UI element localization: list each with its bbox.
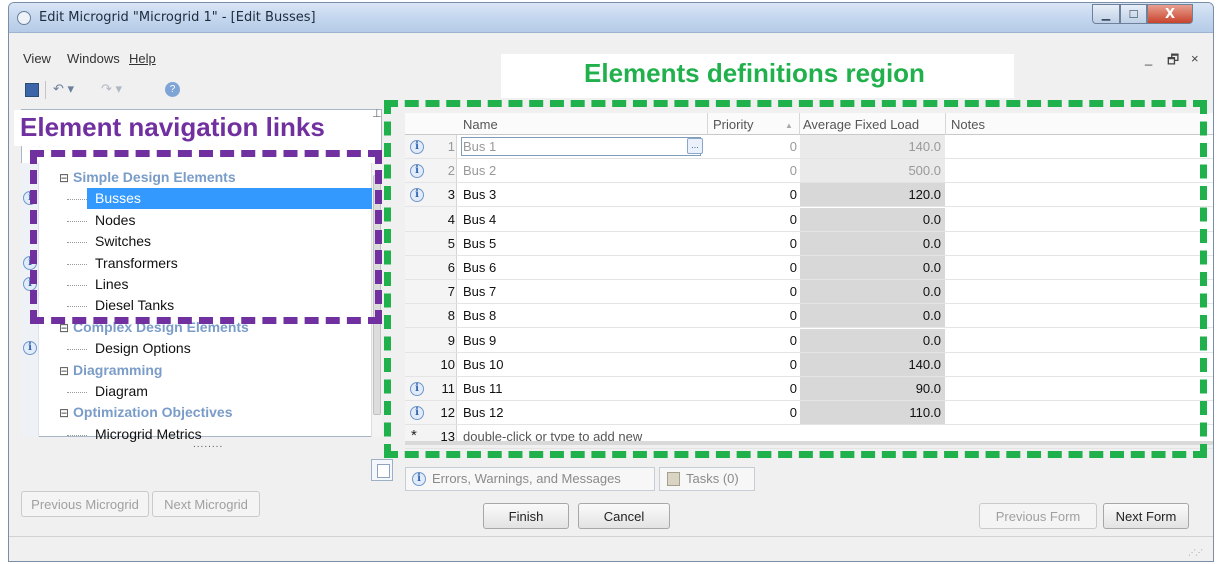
undo-icon[interactable]: ↶ ▾ bbox=[53, 81, 74, 97]
menu-view[interactable]: View bbox=[23, 51, 51, 66]
minimize-button[interactable]: ▁ bbox=[1092, 4, 1120, 24]
previous-form-button[interactable]: Previous Form bbox=[979, 503, 1097, 529]
splitter-handle[interactable]: ........ bbox=[193, 439, 223, 450]
nav-item[interactable]: Microgrid Metrics bbox=[91, 424, 206, 445]
mdi-restore-button[interactable]: 🗗 bbox=[1167, 51, 1179, 73]
messages-panel-icon[interactable] bbox=[371, 459, 393, 481]
mdi-close-button[interactable]: × bbox=[1191, 51, 1199, 66]
toolbar-separator bbox=[45, 81, 46, 99]
collapse-icon[interactable]: ⊟ bbox=[59, 403, 69, 424]
menu-help[interactable]: Help bbox=[129, 51, 156, 66]
finish-button[interactable]: Finish bbox=[483, 503, 569, 529]
info-icon: i bbox=[412, 472, 426, 486]
nav-group[interactable]: Optimization Objectives bbox=[73, 402, 232, 423]
pin-icon[interactable]: ⊥ bbox=[372, 107, 382, 120]
tab-label: Tasks (0) bbox=[686, 471, 739, 486]
info-icon: i bbox=[23, 341, 37, 355]
tab-tasks[interactable]: Tasks (0) bbox=[659, 467, 755, 491]
tree-connector bbox=[67, 349, 87, 350]
menu-windows[interactable]: Windows bbox=[67, 51, 120, 66]
tree-connector bbox=[67, 392, 87, 393]
cancel-button[interactable]: Cancel bbox=[578, 503, 670, 529]
next-form-button[interactable]: Next Form bbox=[1103, 503, 1189, 529]
tree-connector bbox=[67, 435, 87, 436]
tasks-icon bbox=[667, 472, 680, 486]
help-icon[interactable]: ? bbox=[165, 82, 180, 97]
collapse-icon[interactable]: ⊟ bbox=[59, 361, 69, 382]
window-title: Edit Microgrid "Microgrid 1" - [Edit Bus… bbox=[39, 10, 316, 25]
nav-group[interactable]: Diagramming bbox=[73, 360, 162, 381]
mdi-minimize-button[interactable]: _ bbox=[1145, 51, 1152, 66]
nav-item[interactable]: Design Options bbox=[91, 338, 195, 359]
window-icon bbox=[17, 11, 31, 25]
redo-icon[interactable]: ↷ ▾ bbox=[101, 81, 122, 97]
nav-item[interactable]: Diagram bbox=[91, 381, 152, 402]
save-icon[interactable] bbox=[25, 83, 39, 97]
tab-label: Errors, Warnings, and Messages bbox=[432, 471, 621, 486]
next-microgrid-button[interactable]: Next Microgrid bbox=[152, 491, 260, 517]
annotation-element-navigation-links: Element navigation links bbox=[20, 112, 325, 142]
status-bar bbox=[9, 536, 1213, 561]
close-button[interactable]: X bbox=[1147, 4, 1193, 24]
tab-errors-warnings-messages[interactable]: i Errors, Warnings, and Messages bbox=[405, 467, 655, 491]
resize-grip-icon[interactable]: ⋰⋰ bbox=[1188, 548, 1203, 557]
annotation-elements-definitions-region: Elements definitions region bbox=[584, 58, 925, 88]
annotation-green-dashed-box bbox=[384, 100, 1207, 458]
maximize-button[interactable]: ☐ bbox=[1120, 4, 1147, 24]
title-bar[interactable]: Edit Microgrid "Microgrid 1" - [Edit Bus… bbox=[9, 3, 1213, 33]
toolbar: ↶ ▾ ↷ ▾ ? bbox=[17, 79, 197, 101]
annotation-purple-dashed-box bbox=[30, 150, 382, 324]
previous-microgrid-button[interactable]: Previous Microgrid bbox=[21, 491, 149, 517]
